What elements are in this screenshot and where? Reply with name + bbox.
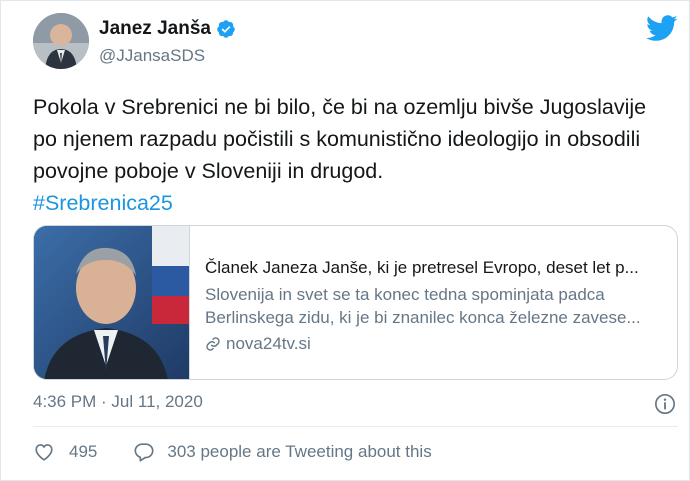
action-bar: 495 303 people are Tweeting about this <box>33 441 432 463</box>
heart-icon <box>35 444 53 461</box>
tweet-body: Pokola v Srebrenici ne bi bilo, če bi na… <box>33 95 647 183</box>
info-icon[interactable] <box>654 393 676 415</box>
divider <box>33 426 678 427</box>
card-domain: nova24tv.si <box>205 333 670 355</box>
card-thumbnail <box>34 226 190 379</box>
tweet-timestamp[interactable]: 4:36 PM · Jul 11, 2020 <box>33 392 203 412</box>
hashtag-link[interactable]: #Srebrenica25 <box>33 191 173 215</box>
link-preview-card[interactable]: Članek Janeza Janše, ki je pretresel Evr… <box>33 225 678 380</box>
avatar[interactable] <box>33 13 89 69</box>
like-count: 495 <box>69 442 98 461</box>
card-title: Članek Janeza Janše, ki je pretresel Evr… <box>205 258 639 277</box>
author-handle[interactable]: @JJansaSDS <box>99 46 205 66</box>
twitter-bird-icon[interactable] <box>646 15 678 43</box>
card-description: Slovenija in svet se ta konec tedna spom… <box>205 283 670 329</box>
verified-badge-icon <box>216 19 236 39</box>
tweet-card: Janez Janša @JJansaSDS Pokola v Srebreni… <box>0 0 690 481</box>
author-name[interactable]: Janez Janša <box>99 18 211 40</box>
tweeting-about-link: 303 people are Tweeting about this <box>167 442 432 461</box>
like-button[interactable]: 495 <box>33 441 97 463</box>
reply-bubble-icon <box>134 443 154 462</box>
card-domain-text: nova24tv.si <box>226 334 311 353</box>
card-description-line: Slovenija in svet se ta konec tedna spom… <box>205 285 605 304</box>
link-icon <box>206 337 220 351</box>
reply-button[interactable]: 303 people are Tweeting about this <box>133 441 432 463</box>
card-description-line: Berlinskega zidu, ki je bi znanilec konc… <box>205 308 641 327</box>
tweet-text: Pokola v Srebrenici ne bi bilo, če bi na… <box>33 91 673 219</box>
